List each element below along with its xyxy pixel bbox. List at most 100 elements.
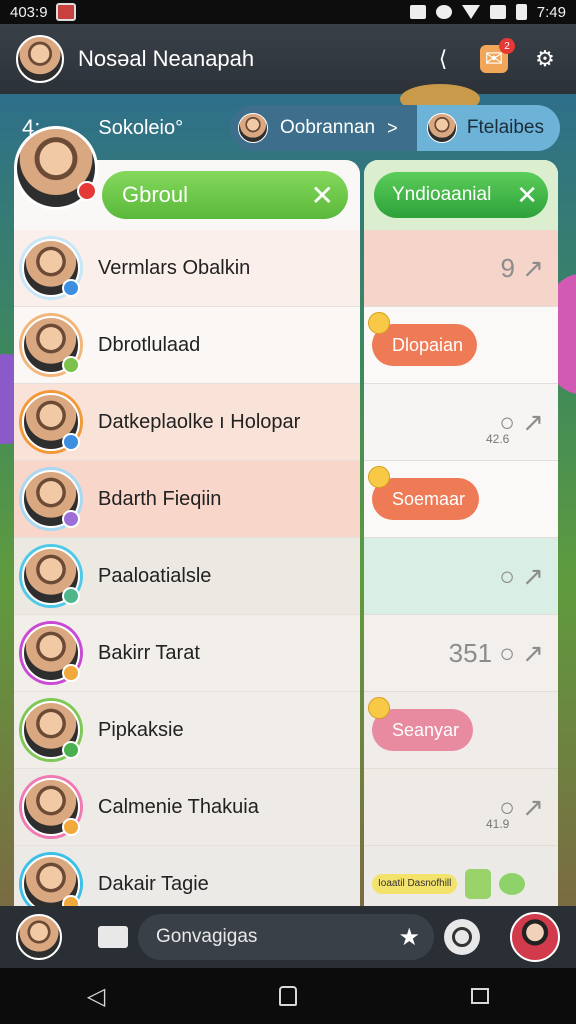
contact-name: Bdarth Fieqiin: [98, 487, 222, 510]
my-avatar[interactable]: [510, 912, 560, 962]
status-row[interactable]: ○ ↗ 41.9: [364, 769, 558, 846]
notification-icon[interactable]: ✉ 2: [480, 38, 515, 73]
status-row[interactable]: ○ ↗ 42.6: [364, 384, 558, 461]
contact-avatar[interactable]: [16, 914, 62, 960]
contact-list-panel: Gbroul ✕ Vermlars Obalkin Dbrotlulaad Datk…: [14, 160, 360, 906]
contact-name: Paaloatialsle: [98, 564, 212, 587]
contact-name: Calmenie Thakuia: [98, 795, 259, 818]
contact-name: Vermlars Obalkin: [98, 256, 251, 279]
status-action-pill[interactable]: Soemaar: [368, 466, 480, 520]
verified-badge-icon: [62, 510, 80, 528]
status-action-label: Soemaar: [392, 488, 466, 509]
status-row[interactable]: ○ ↗: [364, 538, 558, 615]
breadcrumb-avatar-right: [426, 113, 457, 143]
list-item[interactable]: Bdarth Fieqiin: [14, 461, 360, 538]
emoji-icon: [368, 312, 390, 334]
status-row[interactable]: Seanyar: [364, 692, 558, 769]
mail-icon[interactable]: [98, 926, 128, 948]
message-input-bar: Gonvagigas ★: [0, 906, 576, 968]
message-input-placeholder: Gonvagigas: [156, 926, 258, 947]
notification-badge: 2: [499, 38, 515, 54]
contact-name: Bakirr Tarat: [98, 641, 200, 664]
list-item[interactable]: Dakair Tagie: [14, 846, 360, 906]
contact-name: Dbrotlulaad: [98, 333, 201, 356]
home-button[interactable]: [279, 986, 298, 1006]
list-item[interactable]: Dbrotlulaad: [14, 307, 360, 384]
emoji-icon: [368, 466, 390, 488]
contact-list: Vermlars Obalkin Dbrotlulaad Datkeplaolke …: [14, 230, 360, 906]
sync-icon: [435, 5, 452, 19]
recents-button[interactable]: [471, 988, 490, 1004]
status-stat-small: 41.9: [486, 817, 510, 831]
profile-avatar[interactable]: [16, 35, 64, 83]
status-list: 9 ↗ Dlopaian ○ ↗ 42.6 Soemaar ○ ↗ 351 ○ ↗ Seany…: [364, 230, 558, 906]
message-input[interactable]: Gonvagigas ★: [138, 914, 434, 960]
status-dot: [77, 181, 97, 201]
contact-avatar: [22, 393, 80, 451]
star-icon[interactable]: ★: [398, 923, 420, 952]
contact-name: Dakair Tagie: [98, 872, 209, 895]
status-action-label: Dlopaian: [392, 334, 464, 355]
contact-name: Pipkaksie: [98, 718, 184, 741]
contact-avatar: [22, 778, 80, 836]
status-column-panel: Yndioaanial ✕ 9 ↗ Dlopaian ○ ↗ 42.6 Soemaar ○…: [364, 160, 558, 906]
close-icon[interactable]: ✕: [516, 180, 538, 211]
vibrate-icon: [409, 5, 426, 19]
list-item[interactable]: Datkeplaolke ı Holopar: [14, 384, 360, 461]
group-filter-pill[interactable]: Gbroul ✕: [102, 171, 348, 219]
emoji-icon: [368, 697, 390, 719]
status-action-label: Seanyar: [392, 719, 460, 740]
signal-icon: [489, 5, 506, 19]
status-stat: 351 ○ ↗: [448, 637, 544, 668]
status-stat-small: 42.6: [486, 432, 510, 446]
status-time: 403:9: [10, 3, 48, 21]
system-nav-bar: ◁: [0, 968, 576, 1024]
verified-badge-icon: [62, 818, 80, 836]
status-action-pill[interactable]: Seanyar: [368, 697, 474, 751]
list-item[interactable]: Calmenie Thakuia: [14, 769, 360, 846]
list-item[interactable]: Pipkaksie: [14, 692, 360, 769]
chat-bubble-icon[interactable]: [499, 873, 526, 895]
selected-user-avatar[interactable]: [14, 126, 98, 210]
breadcrumb-segment-left[interactable]: Oobrannan: [280, 117, 375, 139]
status-row[interactable]: 351 ○ ↗: [364, 615, 558, 692]
breadcrumb-title: Sokoleio°: [98, 116, 184, 139]
status-panel-header: Yndioaanial ✕: [364, 160, 558, 230]
verified-badge-icon: [62, 741, 80, 759]
contact-name: Datkeplaolke ı Holopar: [98, 410, 301, 433]
verified-badge-icon: [62, 895, 80, 906]
back-button[interactable]: ◁: [87, 982, 105, 1011]
verified-badge-icon: [62, 356, 80, 374]
status-row[interactable]: 9 ↗: [364, 230, 558, 307]
close-icon[interactable]: ✕: [311, 179, 334, 212]
status-action-pill[interactable]: Dlopaian: [368, 312, 478, 366]
contact-avatar: [22, 470, 80, 528]
status-row[interactable]: Dlopaian: [364, 307, 558, 384]
camera-icon[interactable]: [444, 919, 480, 955]
verified-badge-icon: [62, 587, 80, 605]
breadcrumb-avatar-left: [238, 113, 268, 143]
breadcrumb-pill[interactable]: Oobrannan > Ftelaibes: [230, 105, 560, 151]
app-notification-icon: [55, 3, 76, 21]
group-filter-label: Gbroul: [122, 182, 189, 207]
list-item[interactable]: Bakirr Tarat: [14, 615, 360, 692]
contact-avatar: [22, 547, 80, 605]
share-icon[interactable]: ⟨: [428, 44, 458, 74]
status-stat: 9 ↗: [500, 252, 544, 283]
contact-avatar: [22, 624, 80, 682]
breadcrumb-segment-right-wrap[interactable]: Ftelaibes: [416, 105, 560, 151]
contact-avatar: [22, 316, 80, 374]
breadcrumb-segment-right[interactable]: Ftelaibes: [467, 117, 544, 139]
status-row[interactable]: Soemaar: [364, 461, 558, 538]
battery-icon: [465, 869, 492, 899]
status-bar: 403:9 7:49: [0, 0, 576, 24]
status-row[interactable]: Ioaatil Dasnofhill: [364, 846, 558, 906]
status-filter-pill[interactable]: Yndioaanial ✕: [374, 172, 548, 218]
list-item[interactable]: Paaloatialsle: [14, 538, 360, 615]
status-stat: ○ ↗: [499, 560, 544, 591]
status-tag[interactable]: Ioaatil Dasnofhill: [372, 874, 458, 894]
settings-icon[interactable]: ⚙: [530, 44, 560, 74]
list-item[interactable]: Vermlars Obalkin: [14, 230, 360, 307]
contact-avatar: [22, 239, 80, 297]
battery-icon: [515, 4, 527, 20]
